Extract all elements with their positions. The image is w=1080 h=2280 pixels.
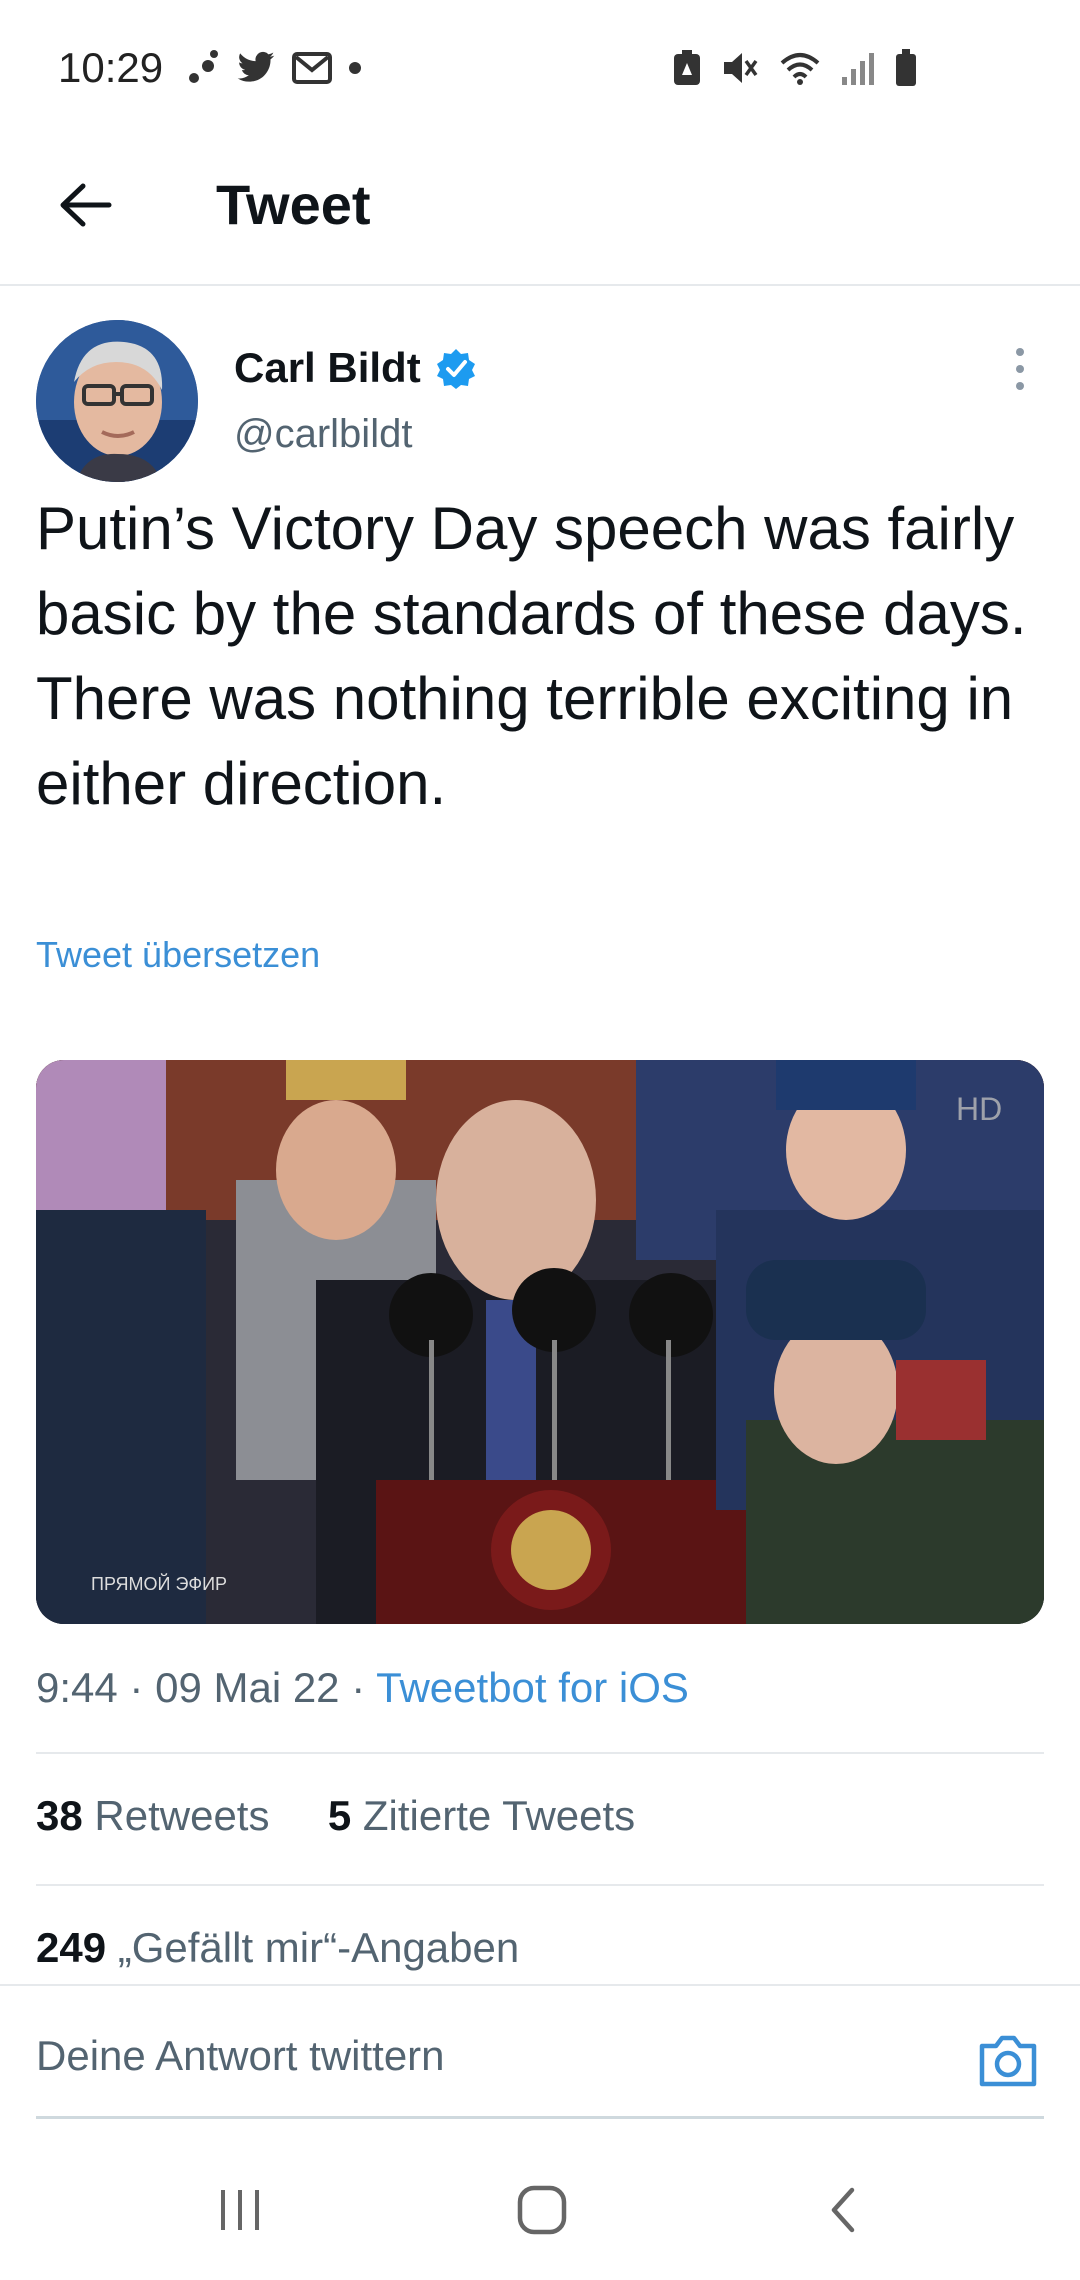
back-icon	[831, 2187, 855, 2233]
translate-tweet-link[interactable]: Tweet übersetzen	[36, 934, 320, 976]
dot-icon	[348, 61, 362, 80]
likes-stats[interactable]: 249 „Gefällt mir“-Angaben	[36, 1924, 519, 1972]
home-icon	[517, 2185, 567, 2235]
more-dot-icon	[1016, 348, 1024, 356]
camera-icon	[979, 2035, 1037, 2087]
battery-saver-icon	[672, 49, 702, 92]
tweet-text: Putin’s Victory Day speech was fairly ba…	[36, 495, 1027, 817]
retweet-stats[interactable]: 38 Retweets 5 Zitierte Tweets	[36, 1792, 635, 1840]
status-left-icons	[186, 48, 362, 93]
verified-badge-icon	[435, 347, 477, 389]
more-dot-icon	[1016, 382, 1024, 390]
camera-button[interactable]	[976, 2030, 1040, 2090]
arrow-left-icon	[60, 183, 112, 227]
twitter-bird-icon	[236, 51, 276, 90]
divider	[36, 1752, 1044, 1754]
back-button[interactable]	[50, 170, 120, 240]
page-title: Tweet	[216, 173, 371, 236]
quotes-label: Zitierte Tweets	[362, 1792, 636, 1839]
recents-button[interactable]	[204, 2180, 276, 2240]
tweet-meta: 9:44 · 09 Mai 22 · Tweetbot for iOS	[36, 1664, 689, 1712]
author-handle[interactable]: @carlbildt	[234, 412, 412, 457]
recents-icon	[221, 2190, 259, 2230]
tweet-time: 9:44	[36, 1664, 118, 1711]
home-button[interactable]	[506, 2180, 578, 2240]
author-name-text[interactable]: Carl Bildt	[234, 344, 421, 392]
tweet-client-link[interactable]: Tweetbot for iOS	[376, 1664, 689, 1711]
retweets-count: 38	[36, 1792, 83, 1839]
quotes-count: 5	[327, 1792, 352, 1839]
header	[0, 140, 1080, 286]
mute-icon	[720, 49, 760, 92]
status-time: 10:29	[58, 44, 164, 91]
wifi-icon	[778, 49, 822, 92]
divider	[36, 1884, 1044, 1886]
meta-separator: ·	[351, 1664, 366, 1711]
avatar[interactable]	[36, 320, 198, 482]
tweet-media-image[interactable]: ПРЯМОЙ ЭФИР HD	[36, 1060, 1044, 1624]
more-options-button[interactable]	[1000, 348, 1040, 390]
likes-count: 249	[36, 1924, 107, 1971]
status-right-icons	[672, 48, 918, 93]
meta-separator: ·	[129, 1664, 144, 1711]
signal-icon	[840, 49, 876, 92]
retweets-label: Retweets	[94, 1792, 270, 1839]
media-overlay-live-text: ПРЯМОЙ ЭФИР	[91, 1573, 227, 1594]
notification-dots-icon	[186, 48, 220, 93]
mail-icon	[292, 51, 332, 90]
tweet-date: 09 Mai 22	[155, 1664, 340, 1711]
media-overlay-hd-text: HD	[956, 1091, 1002, 1127]
author-name[interactable]: Carl Bildt	[234, 344, 477, 392]
reply-input[interactable]: Deine Antwort twittern	[36, 2032, 445, 2080]
likes-label: „Gefällt mir“-Angaben	[117, 1924, 520, 1971]
more-dot-icon	[1016, 365, 1024, 373]
battery-icon	[894, 48, 918, 93]
reply-input-underline	[36, 2116, 1044, 2119]
nav-back-button[interactable]	[808, 2180, 880, 2240]
